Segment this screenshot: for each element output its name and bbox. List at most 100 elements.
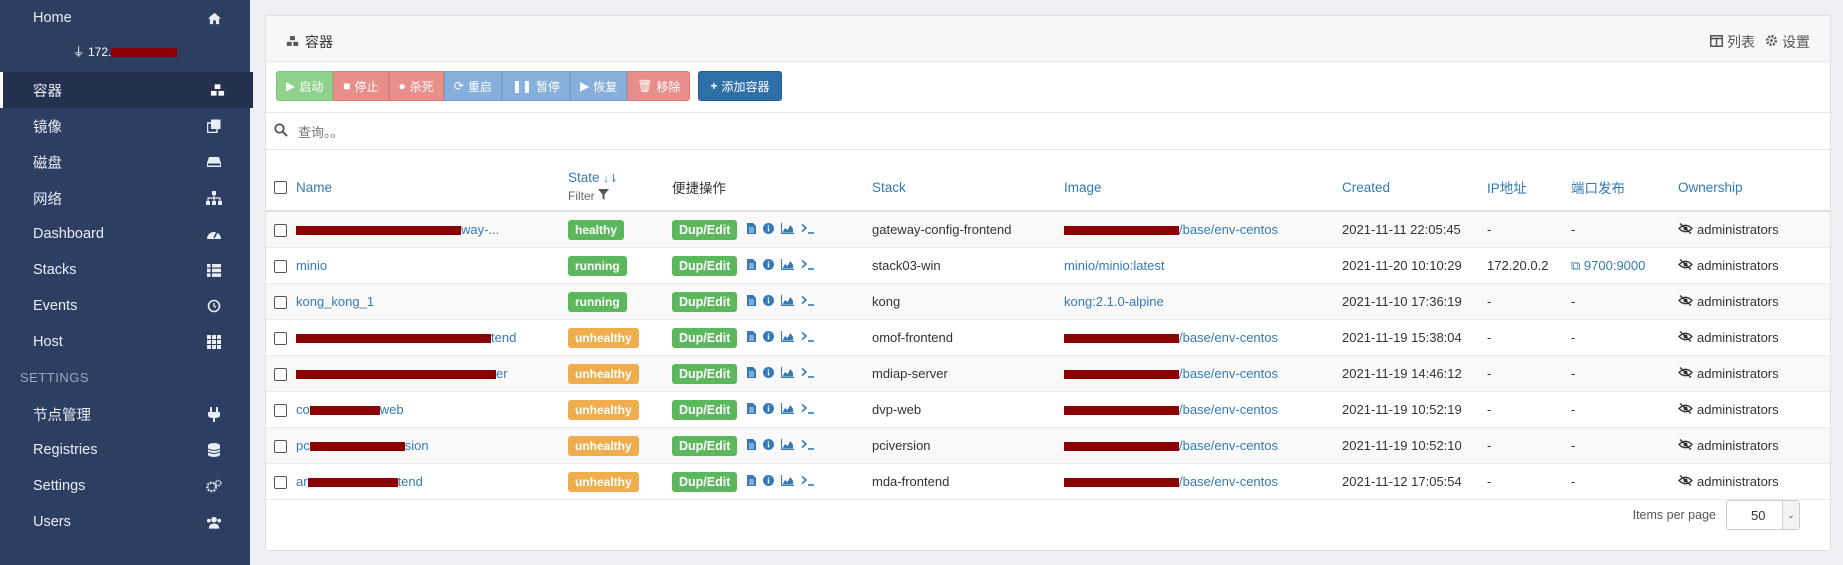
area-chart-icon[interactable] [780,294,795,309]
stop-button[interactable]: ■ 停止 [333,71,389,101]
dup-edit-button[interactable]: Dup/Edit [672,255,738,276]
image-link[interactable]: /base/env-centos [1064,474,1278,489]
dup-edit-button[interactable]: Dup/Edit [672,327,738,348]
area-chart-icon[interactable] [780,258,795,273]
container-name-link[interactable]: ar tend [296,474,423,489]
area-chart-icon[interactable] [780,402,795,417]
header-image[interactable]: Image [1064,164,1342,212]
info-icon[interactable] [763,438,775,453]
area-chart-icon[interactable] [780,222,795,237]
sidebar-item-endpoints[interactable]: 节点管理 [0,396,250,432]
info-icon[interactable] [763,474,775,489]
row-checkbox[interactable] [274,332,287,346]
file-icon[interactable] [747,366,757,381]
dup-edit-button[interactable]: Dup/Edit [672,435,738,456]
image-link[interactable]: /base/env-centos [1064,222,1278,237]
remove-button[interactable]: 🗑 移除 [627,71,691,101]
file-icon[interactable] [747,402,757,417]
info-icon[interactable] [763,222,775,237]
file-icon[interactable] [747,474,757,489]
header-created[interactable]: Created [1342,164,1487,212]
file-icon[interactable] [747,258,757,273]
file-icon[interactable] [747,330,757,345]
items-per-page-select[interactable]: 50 ⌄ [1726,500,1800,530]
restart-button[interactable]: ⟳ 重启 [443,71,502,101]
add-container-button[interactable]: + 添加容器 [698,71,782,101]
dup-edit-button[interactable]: Dup/Edit [672,399,738,420]
container-name-link[interactable]: way-... [296,222,499,237]
sidebar-item-registries[interactable]: Registries [0,432,250,468]
info-icon[interactable] [763,402,775,417]
table-row[interactable]: way-... healthy Dup/Edit gateway-config-… [266,211,1830,248]
header-state[interactable]: State ↓⇂ Filter [568,164,672,212]
container-name-link[interactable]: er [296,366,508,381]
list-view-toggle[interactable]: 列表 [1710,32,1755,52]
table-row[interactable]: er unhealthy Dup/Edit mdiap-server /base… [266,355,1830,392]
row-checkbox[interactable] [274,404,287,418]
sidebar-item-host[interactable]: Host [0,324,250,360]
sidebar-item-home[interactable]: Home [0,0,250,36]
dup-edit-button[interactable]: Dup/Edit [672,363,738,384]
image-link[interactable]: /base/env-centos [1064,402,1278,417]
container-name-link[interactable]: pc sion [296,438,429,453]
terminal-icon[interactable] [801,366,815,381]
dup-edit-button[interactable]: Dup/Edit [672,471,738,492]
image-link[interactable]: /base/env-centos [1064,330,1278,345]
table-settings-button[interactable]: 设置 [1765,32,1810,52]
table-row[interactable]: tend unhealthy Dup/Edit omof-frontend /b… [266,319,1830,356]
container-name-link[interactable]: co web [296,402,404,417]
container-name-link[interactable]: kong_kong_1 [296,294,374,309]
table-row[interactable]: minio running Dup/Edit stack03-win minio… [266,247,1830,284]
terminal-icon[interactable] [801,474,815,489]
info-icon[interactable] [763,366,775,381]
terminal-icon[interactable] [801,402,815,417]
search-input[interactable] [296,120,1100,144]
row-checkbox[interactable] [274,296,287,310]
area-chart-icon[interactable] [780,438,795,453]
image-link[interactable]: kong:2.1.0-alpine [1064,294,1164,309]
terminal-icon[interactable] [801,438,815,453]
sidebar-item-users[interactable]: Users [0,504,250,540]
table-row[interactable]: co web unhealthy Dup/Edit dvp-web /base/e… [266,391,1830,428]
sidebar-item-volumes[interactable]: 磁盘 [0,144,250,180]
resume-button[interactable]: ▶ 恢复 [569,71,628,101]
sidebar-item-stacks[interactable]: Stacks [0,252,250,288]
sidebar-item-events[interactable]: Events [0,288,250,324]
dup-edit-button[interactable]: Dup/Edit [672,291,738,312]
file-icon[interactable] [747,438,757,453]
port-link[interactable]: ⧉ 9700:9000 [1571,258,1645,273]
area-chart-icon[interactable] [780,330,795,345]
header-ports[interactable]: 端口发布 [1571,164,1678,212]
terminal-icon[interactable] [801,222,815,237]
container-name-link[interactable]: minio [296,258,327,273]
sidebar-item-images[interactable]: 镜像 [0,108,250,144]
image-link[interactable]: /base/env-centos [1064,366,1278,381]
dup-edit-button[interactable]: Dup/Edit [672,219,738,240]
sidebar-item-networks[interactable]: 网络 [0,180,250,216]
info-icon[interactable] [763,294,775,309]
image-link[interactable]: minio/minio:latest [1064,258,1164,273]
terminal-icon[interactable] [801,294,815,309]
kill-button[interactable]: ● 杀死 [388,71,444,101]
select-all-checkbox[interactable] [274,181,287,195]
header-name[interactable]: Name [296,164,568,212]
file-icon[interactable] [747,222,757,237]
row-checkbox[interactable] [274,476,287,490]
area-chart-icon[interactable] [780,366,795,381]
header-ip[interactable]: IP地址 [1487,164,1571,212]
header-stack[interactable]: Stack [872,164,1064,212]
row-checkbox[interactable] [274,224,287,238]
table-row[interactable]: ar tend unhealthy Dup/Edit mda-frontend /… [266,463,1830,500]
terminal-icon[interactable] [801,258,815,273]
sidebar-item-containers[interactable]: 容器 [0,72,253,108]
area-chart-icon[interactable] [780,474,795,489]
terminal-icon[interactable] [801,330,815,345]
sidebar-item-dashboard[interactable]: Dashboard [0,216,250,252]
image-link[interactable]: /base/env-centos [1064,438,1278,453]
container-name-link[interactable]: tend [296,330,516,345]
table-row[interactable]: pc sion unhealthy Dup/Edit pciversion /ba… [266,427,1830,464]
file-icon[interactable] [747,294,757,309]
row-checkbox[interactable] [274,368,287,382]
row-checkbox[interactable] [274,440,287,454]
header-ownership[interactable]: Ownership [1678,164,1830,212]
